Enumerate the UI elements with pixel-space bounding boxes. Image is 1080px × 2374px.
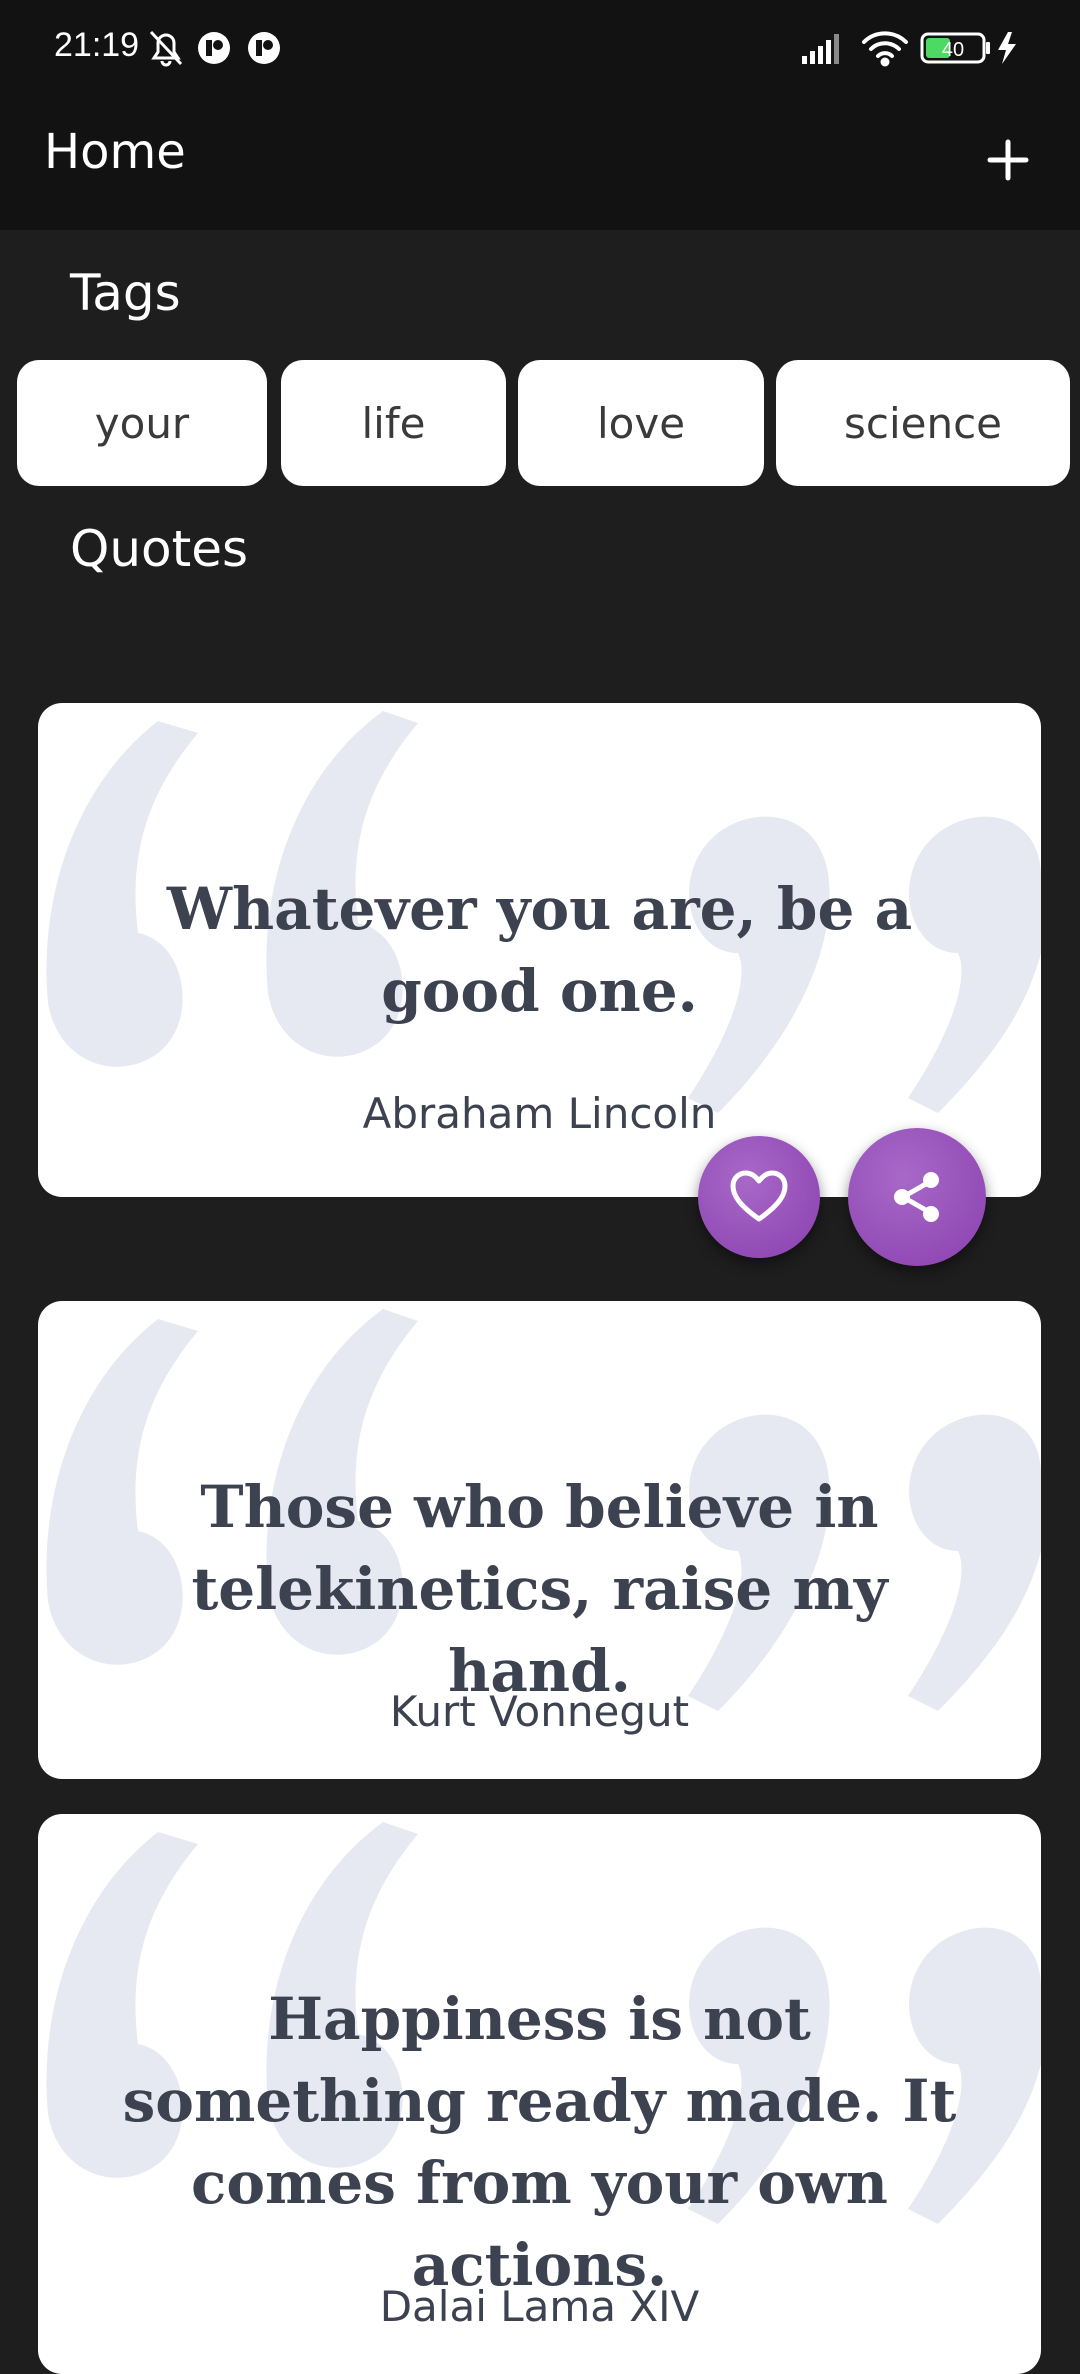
quote-card[interactable]: Happiness is not something ready made. I… bbox=[38, 1814, 1041, 2374]
plus-icon bbox=[987, 139, 1029, 181]
quote-author: Dalai Lama XIV bbox=[379, 2282, 700, 2331]
quote-author: Kurt Vonnegut bbox=[389, 1687, 690, 1736]
tag-chip[interactable]: life bbox=[281, 360, 506, 486]
tags-row[interactable]: your life love science bbox=[0, 360, 1080, 486]
share-button[interactable] bbox=[848, 1128, 986, 1266]
status-icons-right: 40 bbox=[802, 28, 1032, 68]
charging-icon bbox=[998, 32, 1016, 64]
quote-card[interactable]: Whatever you are, be a good one. Abraham… bbox=[38, 703, 1041, 1197]
mute-bell-icon bbox=[149, 30, 183, 67]
tag-chip[interactable]: science bbox=[776, 360, 1070, 486]
app-notification-icon-2 bbox=[248, 32, 280, 64]
wifi-icon bbox=[862, 31, 908, 67]
like-button[interactable] bbox=[698, 1136, 820, 1258]
status-bar: 21:19 40 bbox=[0, 0, 1080, 96]
battery-level: 40 bbox=[942, 39, 964, 61]
status-time: 21:19 bbox=[54, 26, 140, 64]
battery-icon: 40 bbox=[920, 32, 990, 64]
app-bar: Home bbox=[0, 96, 1080, 230]
quotes-section-title: Quotes bbox=[70, 520, 249, 578]
heart-icon bbox=[730, 1170, 788, 1222]
quote-author: Abraham Lincoln bbox=[362, 1089, 717, 1138]
quote-text: Whatever you are, be a good one. bbox=[166, 875, 913, 1025]
tag-chip[interactable]: your bbox=[17, 360, 267, 486]
add-quote-button[interactable] bbox=[976, 128, 1040, 192]
tags-section-title: Tags bbox=[70, 264, 181, 322]
signal-icon bbox=[802, 34, 839, 64]
tag-chip[interactable]: love bbox=[518, 360, 764, 486]
share-icon bbox=[894, 1172, 939, 1222]
page-title: Home bbox=[44, 124, 186, 180]
status-icons-left bbox=[148, 28, 328, 68]
app-notification-icon bbox=[198, 32, 230, 64]
quote-text: Those who believe in telekinetics, raise… bbox=[191, 1473, 888, 1705]
quote-card[interactable]: Those who believe in telekinetics, raise… bbox=[38, 1301, 1041, 1779]
quote-text: Happiness is not something ready made. I… bbox=[122, 1985, 957, 2299]
